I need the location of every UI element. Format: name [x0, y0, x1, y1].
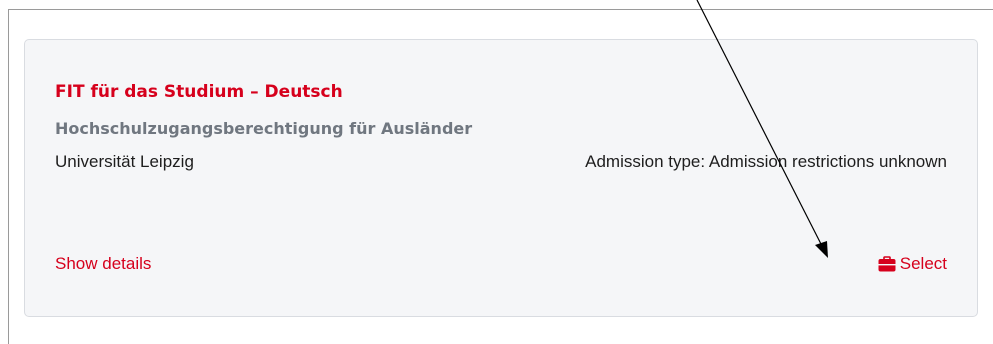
select-label: Select [899, 254, 947, 273]
university-name: Universität Leipzig [55, 152, 194, 171]
briefcase-icon [878, 256, 896, 272]
program-title: FIT für das Studium – Deutsch [55, 82, 343, 102]
program-subtitle: Hochschulzugangsberechtigung für Ausländ… [55, 119, 473, 138]
admission-type: Admission type: Admission restrictions u… [585, 152, 947, 171]
study-program-card: FIT für das Studium – Deutsch Hochschulz… [24, 39, 978, 317]
show-details-link[interactable]: Show details [55, 254, 151, 274]
select-button[interactable]: Select [878, 254, 947, 274]
